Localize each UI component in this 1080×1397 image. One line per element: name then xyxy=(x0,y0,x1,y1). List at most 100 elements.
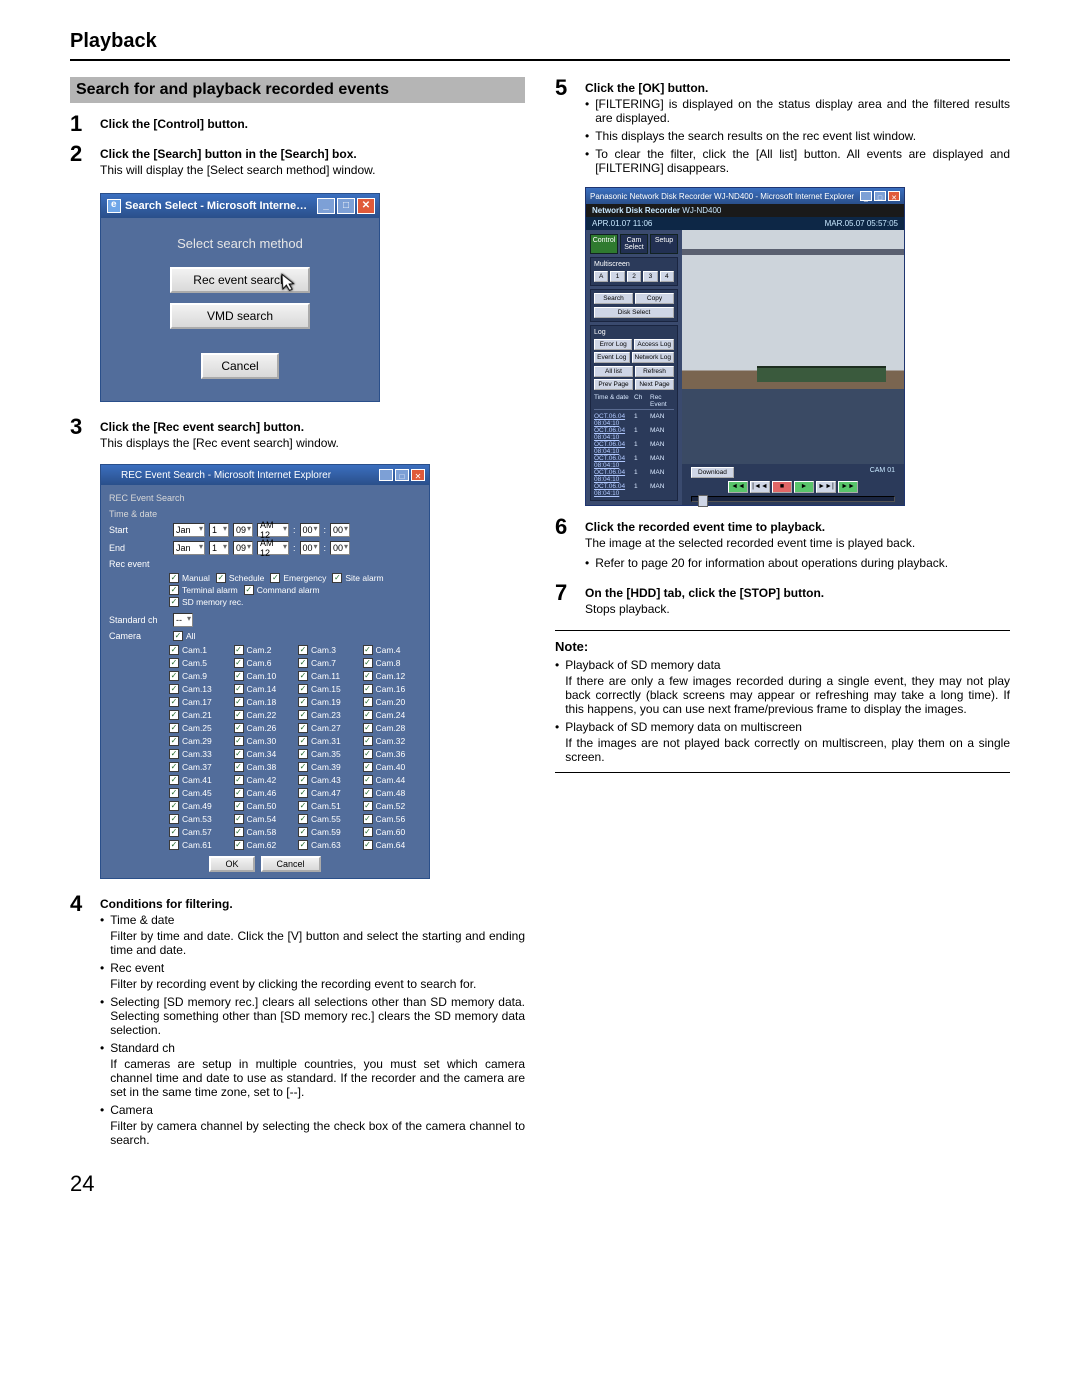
camera-checkbox[interactable]: ✓Cam.29 xyxy=(169,736,228,746)
end-min-select[interactable]: 00 xyxy=(300,541,320,555)
camera-checkbox[interactable]: ✓Cam.50 xyxy=(234,801,293,811)
tab-setup[interactable]: Setup xyxy=(650,234,678,254)
camera-checkbox[interactable]: ✓Cam.54 xyxy=(234,814,293,824)
camera-checkbox[interactable]: ✓Cam.15 xyxy=(298,684,357,694)
rec-opt-checkbox[interactable]: ✓Terminal alarm xyxy=(169,585,238,595)
camera-checkbox[interactable]: ✓Cam.35 xyxy=(298,749,357,759)
search-button[interactable]: Search xyxy=(594,293,633,304)
event-row[interactable]: OCT.06.04 08:04:101MAN xyxy=(594,469,674,483)
camera-checkbox[interactable]: ✓Cam.48 xyxy=(363,788,422,798)
maximize-icon[interactable]: □ xyxy=(395,469,409,481)
playback-prev-button[interactable]: |◄◄ xyxy=(750,481,770,493)
rec-opt-checkbox[interactable]: ✓Site alarm xyxy=(332,573,383,583)
camera-checkbox[interactable]: ✓Cam.13 xyxy=(169,684,228,694)
minimize-icon[interactable]: _ xyxy=(860,191,872,201)
camera-checkbox[interactable]: ✓Cam.38 xyxy=(234,762,293,772)
camera-checkbox[interactable]: ✓Cam.60 xyxy=(363,827,422,837)
copy-button[interactable]: Copy xyxy=(635,293,674,304)
playback-play-button[interactable]: ► xyxy=(794,481,814,493)
camera-checkbox[interactable]: ✓Cam.10 xyxy=(234,671,293,681)
camera-checkbox[interactable]: ✓Cam.61 xyxy=(169,840,228,850)
camera-checkbox[interactable]: ✓Cam.46 xyxy=(234,788,293,798)
minimize-icon[interactable]: _ xyxy=(379,469,393,481)
end-month-select[interactable]: Jan xyxy=(173,541,205,555)
camera-checkbox[interactable]: ✓Cam.52 xyxy=(363,801,422,811)
camera-checkbox[interactable]: ✓Cam.8 xyxy=(363,658,422,668)
ms-3-button[interactable]: 3 xyxy=(643,271,657,282)
camera-checkbox[interactable]: ✓Cam.43 xyxy=(298,775,357,785)
rec-opt-checkbox[interactable]: ✓SD memory rec. xyxy=(169,597,421,607)
playback-ff-button[interactable]: ►► xyxy=(838,481,858,493)
playback-slider[interactable] xyxy=(691,496,895,502)
network-log-button[interactable]: Network Log xyxy=(632,352,675,363)
rec-opt-checkbox[interactable]: ✓Command alarm xyxy=(244,585,320,595)
camera-checkbox[interactable]: ✓Cam.18 xyxy=(234,697,293,707)
camera-checkbox[interactable]: ✓Cam.59 xyxy=(298,827,357,837)
access-log-button[interactable]: Access Log xyxy=(634,339,674,350)
maximize-icon[interactable]: □ xyxy=(874,191,886,201)
end-ampm-select[interactable]: AM 12 xyxy=(257,541,289,555)
camera-checkbox[interactable]: ✓Cam.5 xyxy=(169,658,228,668)
next-page-button[interactable]: Next Page xyxy=(635,379,674,390)
camera-checkbox[interactable]: ✓Cam.42 xyxy=(234,775,293,785)
camera-checkbox[interactable]: ✓Cam.58 xyxy=(234,827,293,837)
rec-opt-checkbox[interactable]: ✓Manual xyxy=(169,573,210,583)
start-ampm-select[interactable]: AM 12 xyxy=(257,523,289,537)
maximize-icon[interactable]: □ xyxy=(337,198,355,214)
camera-checkbox[interactable]: ✓Cam.45 xyxy=(169,788,228,798)
ms-4-button[interactable]: 4 xyxy=(660,271,674,282)
vmd-search-button[interactable]: VMD search xyxy=(170,303,310,329)
camera-checkbox[interactable]: ✓Cam.2 xyxy=(234,645,293,655)
camera-checkbox[interactable]: ✓Cam.25 xyxy=(169,723,228,733)
close-icon[interactable]: ✕ xyxy=(357,198,375,214)
start-month-select[interactable]: Jan xyxy=(173,523,205,537)
camera-checkbox[interactable]: ✓Cam.24 xyxy=(363,710,422,720)
playback-stop-button[interactable]: ■ xyxy=(772,481,792,493)
rec-opt-checkbox[interactable]: ✓Schedule xyxy=(216,573,264,583)
camera-checkbox[interactable]: ✓Cam.36 xyxy=(363,749,422,759)
camera-checkbox[interactable]: ✓Cam.47 xyxy=(298,788,357,798)
start-min-select[interactable]: 00 xyxy=(300,523,320,537)
download-button[interactable]: Download xyxy=(691,467,734,478)
rec-opt-checkbox[interactable]: ✓Emergency xyxy=(270,573,326,583)
error-log-button[interactable]: Error Log xyxy=(594,339,632,350)
camera-checkbox[interactable]: ✓Cam.63 xyxy=(298,840,357,850)
cancel-button[interactable]: Cancel xyxy=(261,856,321,872)
camera-checkbox[interactable]: ✓Cam.22 xyxy=(234,710,293,720)
camera-checkbox[interactable]: ✓Cam.44 xyxy=(363,775,422,785)
prev-page-button[interactable]: Prev Page xyxy=(594,379,633,390)
ms-1-button[interactable]: 1 xyxy=(610,271,624,282)
camera-checkbox[interactable]: ✓Cam.49 xyxy=(169,801,228,811)
camera-checkbox[interactable]: ✓Cam.37 xyxy=(169,762,228,772)
refresh-button[interactable]: Refresh xyxy=(635,366,674,377)
camera-checkbox[interactable]: ✓Cam.53 xyxy=(169,814,228,824)
event-row[interactable]: OCT.06.04 08:04:101MAN xyxy=(594,427,674,441)
standard-ch-select[interactable]: -- xyxy=(173,613,193,627)
disk-select-button[interactable]: Disk Select xyxy=(594,307,674,318)
camera-checkbox[interactable]: ✓Cam.12 xyxy=(363,671,422,681)
playback-rew-button[interactable]: ◄◄ xyxy=(728,481,748,493)
event-row[interactable]: OCT.06.04 08:04:101MAN xyxy=(594,455,674,469)
camera-checkbox[interactable]: ✓Cam.4 xyxy=(363,645,422,655)
start-sec-select[interactable]: 00 xyxy=(330,523,350,537)
camera-checkbox[interactable]: ✓Cam.39 xyxy=(298,762,357,772)
camera-checkbox[interactable]: ✓Cam.41 xyxy=(169,775,228,785)
camera-checkbox[interactable]: ✓Cam.28 xyxy=(363,723,422,733)
camera-checkbox[interactable]: ✓Cam.40 xyxy=(363,762,422,772)
camera-checkbox[interactable]: ✓Cam.23 xyxy=(298,710,357,720)
camera-checkbox[interactable]: ✓Cam.56 xyxy=(363,814,422,824)
close-icon[interactable]: ✕ xyxy=(411,469,425,481)
camera-checkbox[interactable]: ✓Cam.57 xyxy=(169,827,228,837)
camera-checkbox[interactable]: ✓Cam.17 xyxy=(169,697,228,707)
camera-checkbox[interactable]: ✓Cam.62 xyxy=(234,840,293,850)
camera-checkbox[interactable]: ✓Cam.31 xyxy=(298,736,357,746)
end-sec-select[interactable]: 00 xyxy=(330,541,350,555)
all-list-button[interactable]: All list xyxy=(594,366,633,377)
camera-checkbox[interactable]: ✓Cam.20 xyxy=(363,697,422,707)
event-log-button[interactable]: Event Log xyxy=(594,352,630,363)
camera-checkbox[interactable]: ✓Cam.3 xyxy=(298,645,357,655)
tab-control[interactable]: Control xyxy=(590,234,618,254)
cam-all-checkbox[interactable]: ✓All xyxy=(173,631,195,641)
camera-checkbox[interactable]: ✓Cam.30 xyxy=(234,736,293,746)
camera-checkbox[interactable]: ✓Cam.7 xyxy=(298,658,357,668)
